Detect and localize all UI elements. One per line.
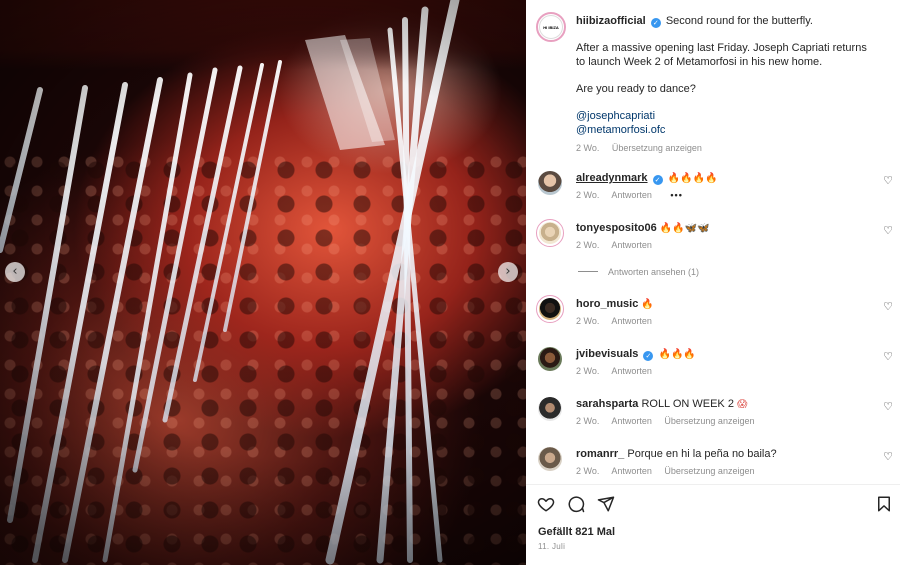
verified-badge-icon: ✓ — [652, 175, 663, 185]
view-replies-label: Antworten ansehen (1) — [608, 267, 700, 277]
post-side-panel: HI IBIZA hiibizaofficial ✓ Second round … — [526, 0, 900, 565]
comment-body: ROLL ON WEEK 2 — [641, 398, 734, 410]
avatar-photo — [539, 222, 561, 244]
scream-emoji: 😱 — [737, 399, 748, 410]
comment-translate-link[interactable]: Übersetzung anzeigen — [664, 466, 754, 476]
mention-link[interactable]: @josephcapriati — [576, 109, 876, 123]
fire-emoji: 🔥 — [641, 299, 654, 310]
like-comment-heart-icon[interactable]: ♡ — [883, 400, 893, 413]
photo-vignette — [0, 0, 526, 565]
comment-text: alreadynmark ✓ 🔥🔥🔥🔥 — [576, 171, 717, 186]
verified-badge-icon: ✓ — [643, 351, 654, 361]
comment-text: romanrr_ Porque en hi la peña no baila? — [576, 447, 777, 461]
comment-age: 2 Wo. — [576, 466, 600, 476]
comment-item: sarahsparta ROLL ON WEEK 2 😱 2 Wo. Antwo… — [526, 395, 900, 443]
like-comment-heart-icon[interactable]: ♡ — [883, 450, 893, 463]
avatar-photo — [538, 447, 562, 471]
comment-item: alreadynmark ✓ 🔥🔥🔥🔥 2 Wo. Antworten ••• … — [526, 169, 900, 217]
comment-username[interactable]: sarahsparta — [576, 398, 638, 410]
comment-age: 2 Wo. — [576, 366, 600, 376]
post-photo: ‹ › — [0, 0, 526, 565]
comment-meta: 2 Wo. Antworten — [576, 366, 662, 376]
fire-butterfly-emoji: 🔥🔥🦋🦋 — [659, 223, 710, 234]
post-author-avatar[interactable]: HI IBIZA — [536, 12, 566, 42]
view-replies-link[interactable]: Antworten ansehen (1) — [578, 267, 699, 277]
like-comment-heart-icon[interactable]: ♡ — [883, 224, 893, 237]
comment-username[interactable]: tonyesposito06 — [576, 222, 657, 234]
comment-meta: 2 Wo. Antworten ••• — [576, 190, 693, 200]
comment-item: tonyesposito06 🔥🔥🦋🦋 2 Wo. Antworten ♡ — [526, 219, 900, 267]
comment-age: 2 Wo. — [576, 416, 600, 426]
prev-image-button[interactable]: ‹ — [5, 262, 25, 282]
avatar-photo — [538, 347, 562, 371]
verified-badge-icon: ✓ — [650, 18, 661, 28]
replies-divider — [578, 271, 598, 272]
comment-username[interactable]: romanrr_ — [576, 448, 624, 460]
caption-text: hiibizaofficial ✓ Second round for the b… — [576, 14, 876, 137]
caption-question: Are you ready to dance? — [576, 83, 696, 95]
mention-link[interactable]: @metamorfosi.ofc — [576, 123, 876, 137]
like-comment-heart-icon[interactable]: ♡ — [883, 350, 893, 363]
comment-text: jvibevisuals ✓ 🔥🔥🔥 — [576, 347, 696, 362]
comment-item: horo_music 🔥 2 Wo. Antworten ♡ — [526, 295, 900, 343]
avatar-photo — [538, 171, 562, 195]
reply-link[interactable]: Antworten — [611, 416, 652, 426]
comment-age: 2 Wo. — [576, 316, 600, 326]
caption-age: 2 Wo. — [576, 143, 600, 153]
comment-age: 2 Wo. — [576, 240, 600, 250]
commenter-avatar[interactable] — [536, 345, 564, 373]
more-options-icon[interactable]: ••• — [670, 190, 682, 200]
comment-meta: 2 Wo. Antworten Übersetzung anzeigen — [576, 416, 764, 426]
comment-translate-link[interactable]: Übersetzung anzeigen — [664, 416, 754, 426]
comment-text: sarahsparta ROLL ON WEEK 2 😱 — [576, 397, 747, 412]
post-date: 11. Juli — [538, 542, 566, 551]
comment-age: 2 Wo. — [576, 190, 600, 200]
comment-username[interactable]: jvibevisuals — [576, 348, 638, 360]
fire-emoji: 🔥🔥🔥 — [658, 349, 696, 360]
comment-meta: 2 Wo. Antworten — [576, 316, 662, 326]
post-author-username[interactable]: hiibizaofficial — [576, 15, 646, 27]
comment-item: jvibevisuals ✓ 🔥🔥🔥 2 Wo. Antworten ♡ — [526, 345, 900, 393]
reply-link[interactable]: Antworten — [611, 316, 652, 326]
caption-translate-link[interactable]: Übersetzung anzeigen — [612, 143, 702, 153]
bookmark-icon[interactable] — [875, 495, 893, 513]
reply-link[interactable]: Antworten — [611, 190, 652, 200]
commenter-avatar[interactable] — [536, 395, 564, 423]
fire-emoji: 🔥🔥🔥🔥 — [667, 173, 718, 184]
avatar-photo — [538, 397, 562, 421]
next-image-button[interactable]: › — [498, 262, 518, 282]
comment-text: horo_music 🔥 — [576, 297, 654, 312]
comment-body: Porque en hi la peña no baila? — [627, 448, 777, 460]
comment-username[interactable]: horo_music — [576, 298, 638, 310]
post-actions: Gefällt 821 Mal 11. Juli — [526, 484, 900, 565]
reply-link[interactable]: Antworten — [611, 466, 652, 476]
share-icon[interactable] — [597, 495, 615, 513]
commenter-avatar[interactable] — [536, 169, 564, 197]
comment-meta: 2 Wo. Antworten Übersetzung anzeigen — [576, 466, 764, 476]
reply-link[interactable]: Antworten — [611, 366, 652, 376]
like-count[interactable]: Gefällt 821 Mal — [538, 526, 615, 538]
like-comment-heart-icon[interactable]: ♡ — [883, 174, 893, 187]
caption-lead: Second round for the butterfly. — [665, 15, 813, 27]
commenter-avatar[interactable] — [536, 445, 564, 473]
hi-ibiza-logo: HI IBIZA — [539, 15, 563, 39]
heart-icon[interactable] — [537, 495, 555, 513]
commenter-avatar[interactable] — [536, 295, 564, 323]
avatar-photo — [539, 298, 561, 320]
caption-body: After a massive opening last Friday. Jos… — [576, 42, 867, 68]
comment-text: tonyesposito06 🔥🔥🦋🦋 — [576, 221, 710, 236]
caption-meta: 2 Wo. Übersetzung anzeigen — [576, 143, 712, 153]
reply-link[interactable]: Antworten — [611, 240, 652, 250]
like-comment-heart-icon[interactable]: ♡ — [883, 300, 893, 313]
comment-meta: 2 Wo. Antworten — [576, 240, 662, 250]
comment-icon[interactable] — [567, 495, 585, 513]
comment-username[interactable]: alreadynmark — [576, 172, 648, 184]
commenter-avatar[interactable] — [536, 219, 564, 247]
